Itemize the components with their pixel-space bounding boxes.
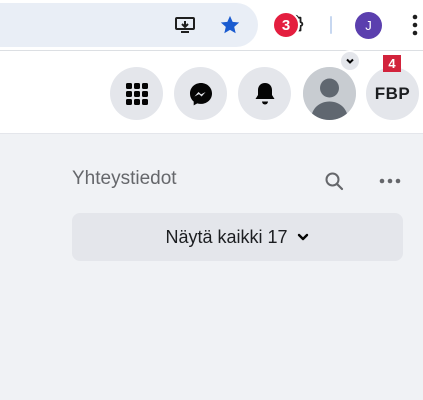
bell-icon — [255, 82, 274, 104]
notifications-badge: 3 — [272, 11, 300, 39]
chevron-down-icon — [297, 233, 308, 241]
account-dropdown-button[interactable] — [339, 50, 361, 72]
messenger-icon — [189, 82, 212, 105]
page-badge: 4 — [383, 55, 401, 72]
star-icon[interactable] — [216, 11, 244, 39]
contacts-more-button[interactable] — [372, 163, 408, 199]
browser-toolbar: J — [0, 0, 423, 51]
show-all-contacts-button[interactable]: Näytä kaikki 17 — [72, 213, 403, 261]
account-button[interactable] — [303, 67, 356, 120]
grid-icon — [125, 82, 148, 105]
page-profile-button[interactable]: FBP — [366, 67, 419, 120]
chevron-down-icon — [346, 58, 354, 64]
install-app-icon[interactable] — [171, 11, 199, 39]
browser-profile-avatar[interactable]: J — [355, 12, 382, 39]
menu-button[interactable] — [110, 67, 163, 120]
avatar — [303, 67, 356, 120]
contacts-title: Yhteystiedot — [72, 168, 177, 189]
search-icon — [325, 172, 344, 191]
notifications-button[interactable] — [238, 67, 291, 120]
kebab-icon[interactable] — [401, 11, 423, 39]
more-icon — [379, 178, 401, 184]
page: J FBP 3 4 Yhteystiedot Näytä kaikki 17 — [0, 0, 423, 400]
messenger-button[interactable] — [174, 67, 227, 120]
contacts-search-button[interactable] — [316, 163, 352, 199]
show-all-label: Näytä kaikki 17 — [165, 226, 288, 247]
toolbar-divider — [330, 16, 332, 34]
